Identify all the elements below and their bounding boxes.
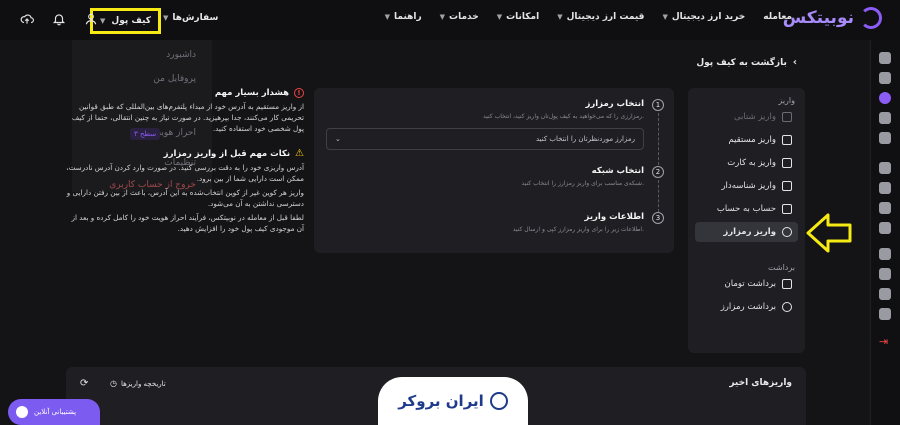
calendar-icon[interactable] bbox=[879, 222, 891, 234]
support-chat-button[interactable]: پشتیبانی آنلاین bbox=[8, 399, 100, 425]
mail-icon[interactable] bbox=[879, 288, 891, 300]
recent-deposits-title: واریزهای اخیر bbox=[729, 378, 792, 388]
section-withdraw-label: برداشت bbox=[768, 263, 795, 272]
chart-icon[interactable] bbox=[879, 112, 891, 124]
menu-item-card-deposit[interactable]: واریز به کارت bbox=[695, 153, 798, 173]
menu-item-account-transfer[interactable]: حساب به حساب bbox=[695, 199, 798, 219]
document-icon bbox=[782, 181, 792, 191]
chevron-down-icon: ▼ bbox=[100, 17, 106, 25]
chevron-right-icon: › bbox=[792, 57, 797, 68]
step-3-number: 3 bbox=[652, 212, 664, 224]
wallet-icon[interactable] bbox=[879, 72, 891, 84]
warning-critical: ! هشدار بسیار مهم از واریز مستقیم به آدر… bbox=[62, 88, 304, 134]
deposit-history-link[interactable]: ◷ تاریخچه واریزها bbox=[110, 379, 166, 388]
shield-icon[interactable] bbox=[879, 268, 891, 280]
dropdown-item-profile[interactable]: پروفایل من bbox=[153, 74, 196, 84]
menu-item-direct-deposit[interactable]: واریز مستقیم bbox=[695, 130, 798, 150]
watermark-text: ایران بروکر bbox=[398, 392, 484, 410]
menu-item-toman-withdraw[interactable]: برداشت تومان bbox=[695, 274, 798, 294]
cloud-upload-icon[interactable] bbox=[18, 10, 36, 28]
step-3-title: اطلاعات واریز bbox=[584, 212, 644, 222]
step-2-desc: شبکه‌ی مناسب برای واریز رمزارز را انتخاب… bbox=[521, 180, 644, 187]
right-rail: ⇥ bbox=[870, 40, 900, 425]
menu-item-crypto-withdraw[interactable]: برداشت رمزارز bbox=[695, 297, 798, 317]
rocket-icon[interactable] bbox=[879, 202, 891, 214]
chevron-down-icon: ▼ bbox=[439, 13, 446, 21]
dropdown-item-dashboard[interactable]: داشبورد bbox=[166, 50, 196, 60]
step-1-desc: رمزارزی را که می‌خواهید به کیف پول‌تان و… bbox=[483, 113, 644, 120]
wallet-menu[interactable]: ▼ کیف پول bbox=[90, 8, 161, 34]
chevron-down-icon: ▼ bbox=[557, 13, 563, 21]
chat-icon bbox=[16, 406, 28, 418]
deposit-icon[interactable] bbox=[879, 92, 891, 104]
nav-item-buy[interactable]: خرید ارز دیجیتال ▼ bbox=[662, 12, 745, 22]
nav-item-trade[interactable]: معامله bbox=[763, 12, 792, 22]
warning-notes-title: ⚠ نکات مهم قبل از واریز رمزارز bbox=[163, 148, 304, 159]
history-icon[interactable] bbox=[879, 132, 891, 144]
step-2-title: انتخاب شبکه bbox=[591, 166, 644, 176]
deposit-side-menu: واریز واریز شتابی واریز مستقیم واریز به … bbox=[688, 88, 805, 353]
menu-item-id-deposit[interactable]: واریز شناسه‌دار bbox=[695, 176, 798, 196]
step-connector bbox=[658, 180, 659, 212]
step-3-desc: اطلاعات زیر را برای واریز رمزارز کپی و ا… bbox=[512, 226, 644, 233]
bell-icon[interactable] bbox=[50, 10, 68, 28]
logout-icon[interactable]: ⇥ bbox=[879, 335, 891, 348]
warning-notes-body-2: واریز هر کوین غیر از کوین انتخاب‌شده به … bbox=[66, 188, 304, 208]
warning-critical-title: ! هشدار بسیار مهم bbox=[62, 88, 304, 98]
warning-triangle-icon: ⚠ bbox=[295, 148, 304, 159]
highlight-arrow bbox=[806, 213, 852, 253]
step-1-title: انتخاب رمزارز bbox=[585, 99, 644, 109]
chevron-down-icon: ▼ bbox=[384, 13, 391, 21]
nav-item-prices[interactable]: قیمت ارز دیجیتال ▼ bbox=[557, 12, 644, 22]
section-deposit-label: واریز bbox=[778, 96, 795, 105]
id-card-icon[interactable] bbox=[879, 248, 891, 260]
chevron-down-icon: ▼ bbox=[662, 13, 668, 21]
card-icon bbox=[782, 135, 792, 145]
crypto-select[interactable]: رمزارز موردنظرتان را انتخاب کنید ⌄ bbox=[326, 128, 644, 150]
user-icon[interactable] bbox=[82, 10, 100, 28]
back-to-wallet[interactable]: › بازگشت به کیف پول bbox=[696, 57, 797, 68]
refresh-icon[interactable]: ⟳ bbox=[80, 378, 88, 389]
warning-notes-body-3: لطفا قبل از معامله در نوبیتکس، فرآیند اح… bbox=[71, 213, 304, 233]
step-connector bbox=[658, 113, 659, 165]
orders-menu[interactable]: ▼ سفارش‌ها bbox=[163, 13, 218, 23]
nav-item-help[interactable]: راهنما ▼ bbox=[385, 12, 422, 22]
brand-mark-icon bbox=[860, 7, 882, 29]
upload-icon bbox=[782, 302, 792, 312]
download-icon bbox=[782, 227, 792, 237]
warning-critical-body: از واریز مستقیم به آدرس خود از مبداء پلت… bbox=[71, 102, 304, 133]
iranbroker-watermark: ایران بروکر bbox=[378, 377, 528, 425]
warning-notes-body-1: آدرس واریزی خود را به دقت بررسی کنید. در… bbox=[66, 163, 304, 183]
main-nav: معامله خرید ارز دیجیتال ▼ قیمت ارز دیجیتا… bbox=[385, 12, 792, 22]
top-actions bbox=[18, 10, 100, 28]
card-icon bbox=[782, 279, 792, 289]
step-1-number: 1 bbox=[652, 99, 664, 111]
home-icon[interactable] bbox=[879, 52, 891, 64]
nav-item-services[interactable]: خدمات ▼ bbox=[440, 12, 479, 22]
step-2-number: 2 bbox=[652, 166, 664, 178]
transfer-icon[interactable] bbox=[879, 182, 891, 194]
chevron-down-icon: ▼ bbox=[496, 13, 503, 21]
menu-item-crypto-deposit[interactable]: واریز رمزارز bbox=[695, 222, 798, 242]
alert-circle-icon: ! bbox=[294, 88, 304, 98]
menu-item-instant-deposit[interactable]: واریز شتابی bbox=[695, 107, 798, 127]
nav-item-features[interactable]: امکانات ▼ bbox=[497, 12, 539, 22]
chevron-down-icon: ⌄ bbox=[335, 135, 341, 143]
chevron-down-icon: ▼ bbox=[163, 14, 169, 22]
brand-name: نوبیتکس bbox=[782, 8, 854, 28]
bolt-icon bbox=[782, 112, 792, 122]
watermark-logo-icon bbox=[489, 392, 508, 410]
users-icon[interactable] bbox=[879, 308, 891, 320]
deposit-steps-panel: 1 انتخاب رمزارز رمزارزی را که می‌خواهید … bbox=[314, 88, 674, 253]
card-icon bbox=[782, 158, 792, 168]
brand-logo[interactable]: نوبیتکس bbox=[783, 7, 882, 29]
globe-icon[interactable] bbox=[879, 162, 891, 174]
top-bar: نوبیتکس معامله خرید ارز دیجیتال ▼ قیمت ار… bbox=[0, 0, 900, 40]
warning-notes: ⚠ نکات مهم قبل از واریز رمزارز آدرس واری… bbox=[62, 148, 304, 234]
clock-icon: ◷ bbox=[110, 379, 117, 388]
bank-icon bbox=[782, 204, 792, 214]
